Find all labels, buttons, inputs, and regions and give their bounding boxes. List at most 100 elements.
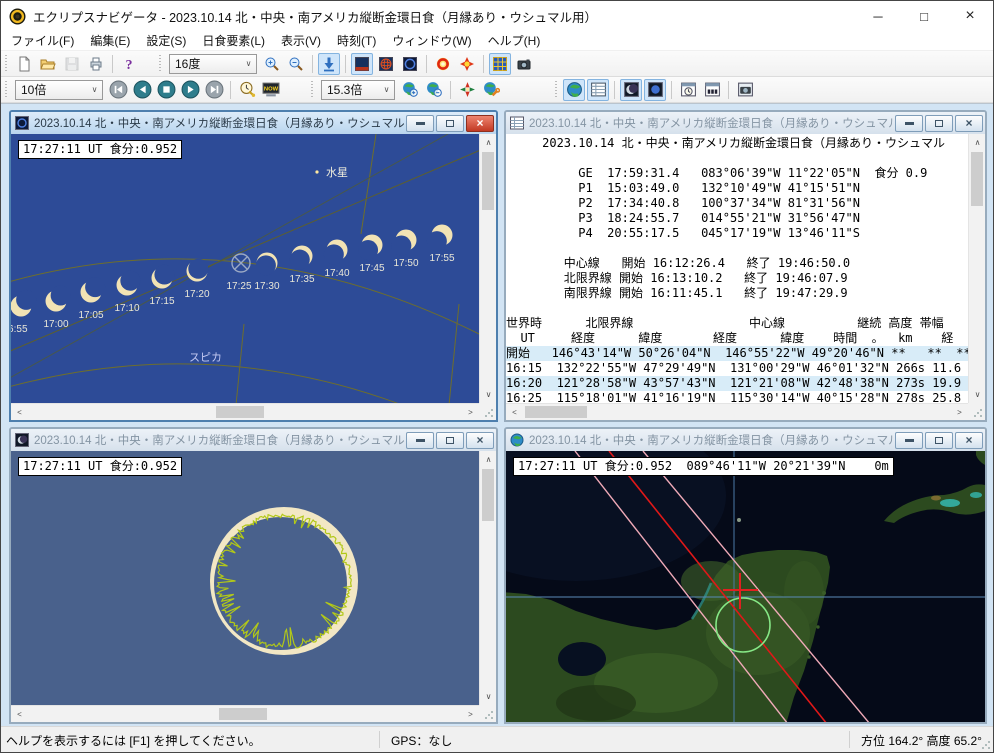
sky-minimize-button[interactable] (406, 115, 434, 132)
sun-closeup-button[interactable] (399, 53, 421, 75)
menu-item[interactable]: 編集(E) (82, 30, 138, 51)
scroll-up-icon[interactable]: ∧ (480, 451, 496, 468)
map-zoom-in-button[interactable] (399, 79, 421, 101)
report-vertical-scrollbar[interactable]: ∧ ∨ (968, 134, 985, 403)
map-restore-button[interactable] (925, 432, 953, 449)
set-time-button[interactable] (236, 79, 258, 101)
report-window-titlebar[interactable]: 2023.10.14 北・中央・南アメリカ縦断金環日食（月縁あり・ウシュマル用.… (506, 112, 985, 134)
report-close-button[interactable]: × (955, 115, 983, 132)
map-zoom-out-button[interactable] (423, 79, 445, 101)
annular-ring-button[interactable] (432, 53, 454, 75)
ring-close-button[interactable]: × (466, 432, 494, 449)
toggle-camera-window-button[interactable] (734, 79, 756, 101)
sky-view-canvas[interactable]: 16:5517:0017:0517:1017:1517:2017:3017:35… (11, 134, 479, 405)
help-button[interactable]: ? (118, 53, 140, 75)
save-button[interactable] (61, 53, 83, 75)
step-back-button[interactable] (107, 79, 129, 101)
speed-select[interactable]: 10倍∨ (15, 80, 103, 100)
now-button[interactable]: NOW (260, 79, 282, 101)
scroll-down-icon[interactable]: ∨ (480, 386, 496, 403)
menu-item[interactable]: 設定(S) (138, 30, 194, 51)
toolbar-grip[interactable] (3, 81, 9, 99)
sky-vertical-scrollbar[interactable]: ∧ ∨ (479, 134, 496, 403)
scroll-left-icon[interactable]: < (11, 706, 28, 722)
play-button[interactable] (179, 79, 201, 101)
grid-display-button[interactable] (489, 53, 511, 75)
capture-button[interactable] (513, 53, 535, 75)
horizon-view-button[interactable] (351, 53, 373, 75)
report-text[interactable]: 2023.10.14 北・中央・南アメリカ縦断金環日食（月縁あり・ウシュマル G… (506, 134, 968, 405)
menu-item[interactable]: 時刻(T) (329, 30, 384, 51)
ring-horizontal-scrollbar[interactable]: < > (11, 705, 479, 722)
toggle-map-window-button[interactable] (563, 79, 585, 101)
map-settings-button[interactable] (480, 79, 502, 101)
resize-grip[interactable] (968, 403, 985, 420)
celestial-sphere-button[interactable] (375, 53, 397, 75)
resize-grip[interactable] (479, 403, 496, 420)
open-file-button[interactable] (37, 53, 59, 75)
ring-vertical-scrollbar[interactable]: ∧ ∨ (479, 451, 496, 705)
scroll-right-icon[interactable]: > (462, 404, 479, 420)
sky-horizontal-scrollbar[interactable]: < > (11, 403, 479, 420)
scroll-up-icon[interactable]: ∧ (480, 134, 496, 151)
sky-window-titlebar[interactable]: 2023.10.14 北・中央・南アメリカ縦断金環日食（月縁あり・ウシュマル用.… (11, 112, 496, 134)
menu-item[interactable]: 表示(V) (273, 30, 329, 51)
scroll-thumb[interactable] (219, 708, 267, 720)
stop-button[interactable] (155, 79, 177, 101)
scroll-thumb[interactable] (482, 469, 494, 521)
scroll-down-icon[interactable]: ∨ (969, 386, 985, 403)
new-file-button[interactable] (13, 53, 35, 75)
toggle-ring-window-button[interactable] (644, 79, 666, 101)
map-canvas[interactable] (506, 451, 985, 722)
scroll-right-icon[interactable]: > (462, 706, 479, 722)
map-minimize-button[interactable] (895, 432, 923, 449)
maximize-button[interactable]: □ (901, 1, 947, 31)
sky-restore-button[interactable] (436, 115, 464, 132)
title-bar[interactable]: エクリプスナビゲータ - 2023.10.14 北・中央・南アメリカ縦断金環日食… (1, 1, 993, 31)
map-zoom-select[interactable]: 15.3倍∨ (321, 80, 395, 100)
scroll-thumb[interactable] (525, 406, 587, 418)
scroll-thumb[interactable] (482, 152, 494, 210)
fov-select[interactable]: 16度∨ (169, 54, 257, 74)
play-reverse-button[interactable] (131, 79, 153, 101)
zoom-in-button[interactable] (261, 53, 283, 75)
scroll-left-icon[interactable]: < (506, 404, 523, 420)
map-close-button[interactable]: × (955, 432, 983, 449)
sky-close-button[interactable]: × (466, 115, 494, 132)
toggle-clock-window-button[interactable] (677, 79, 699, 101)
toolbar-grip[interactable] (553, 81, 559, 99)
report-horizontal-scrollbar[interactable]: < > (506, 403, 968, 420)
window-resize-grip[interactable] (981, 740, 991, 750)
diamond-ring-button[interactable] (456, 53, 478, 75)
print-button[interactable] (85, 53, 107, 75)
ring-view-canvas[interactable] (11, 451, 479, 707)
scroll-down-icon[interactable]: ∨ (480, 688, 496, 705)
ring-restore-button[interactable] (436, 432, 464, 449)
scroll-right-icon[interactable]: > (951, 404, 968, 420)
toolbar-grip[interactable] (309, 81, 315, 99)
ring-window-titlebar[interactable]: 2023.10.14 北・中央・南アメリカ縦断金環日食（月縁あり・ウシュマル用.… (11, 429, 496, 451)
scroll-thumb[interactable] (216, 406, 264, 418)
step-forward-button[interactable] (203, 79, 225, 101)
center-target-button[interactable] (456, 79, 478, 101)
menu-item[interactable]: ファイル(F) (3, 30, 82, 51)
menu-item[interactable]: ヘルプ(H) (480, 30, 549, 51)
close-button[interactable]: × (947, 1, 993, 31)
toolbar-grip[interactable] (157, 55, 163, 73)
down-direction-button[interactable] (318, 53, 340, 75)
map-window-titlebar[interactable]: 2023.10.14 北・中央・南アメリカ縦断金環日食（月縁あり・ウシュマル用.… (506, 429, 985, 451)
report-restore-button[interactable] (925, 115, 953, 132)
toolbar-grip[interactable] (3, 55, 9, 73)
toggle-eclipse-window-button[interactable] (620, 79, 642, 101)
report-minimize-button[interactable] (895, 115, 923, 132)
zoom-out-button[interactable] (285, 53, 307, 75)
scroll-up-icon[interactable]: ∧ (969, 134, 985, 151)
toggle-digital-clock-window-button[interactable] (701, 79, 723, 101)
scroll-thumb[interactable] (971, 152, 983, 206)
menu-item[interactable]: ウィンドウ(W) (384, 30, 479, 51)
scroll-left-icon[interactable]: < (11, 404, 28, 420)
resize-grip[interactable] (479, 705, 496, 722)
menu-item[interactable]: 日食要素(L) (194, 30, 273, 51)
minimize-button[interactable]: ─ (855, 1, 901, 31)
ring-minimize-button[interactable] (406, 432, 434, 449)
